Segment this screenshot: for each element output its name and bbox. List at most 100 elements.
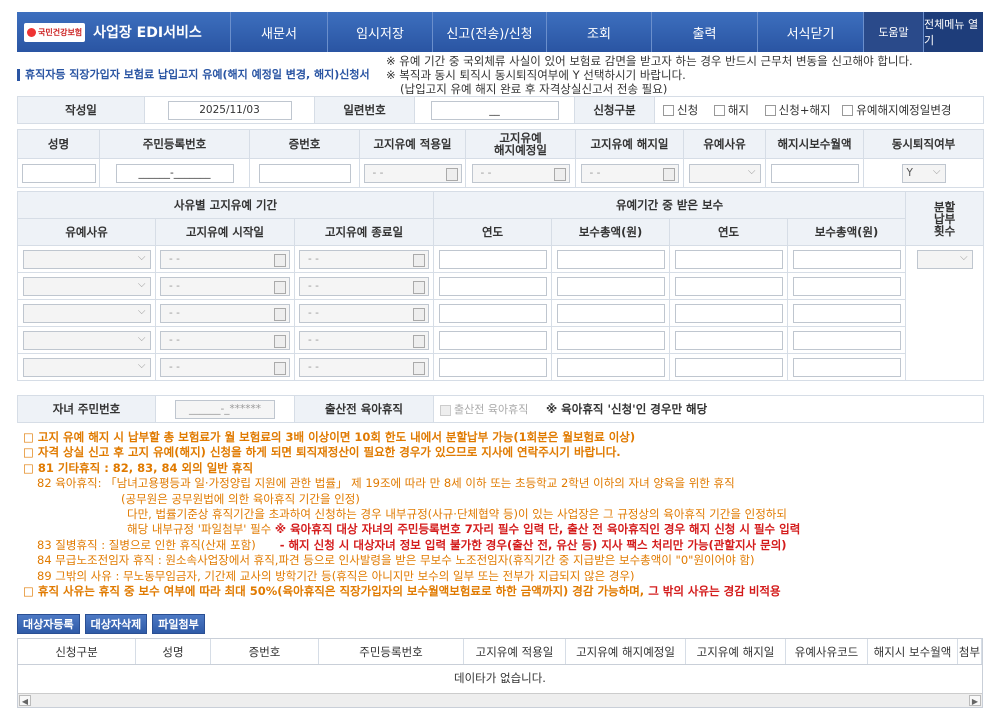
installments-select[interactable] [916,249,973,269]
checkbox-icon [713,105,725,116]
checkbox-icon [764,105,776,116]
nav-submit[interactable]: 신고(전송)/신청 [432,12,546,52]
start-date-input[interactable]: - - [160,276,290,296]
grid-col[interactable]: 고지유예 해지일 [686,639,786,664]
register-target-button[interactable]: 대상자등록 [17,614,80,634]
pay-total-input[interactable] [792,357,901,377]
reason-select[interactable] [22,249,151,269]
year-input[interactable] [674,276,783,296]
start-date-input[interactable]: - - [160,357,290,377]
nav-temp-save[interactable]: 임시저장 [327,12,432,52]
grid-col[interactable]: 고지유예 해지예정일 [566,639,686,664]
nav-close-form[interactable]: 서식닫기 [757,12,863,52]
notice-line-3: (납입고지 유예 해지 완료 후 자격상실신고서 전송 필요) [400,82,668,96]
type-apply-checkbox[interactable]: 신청 [663,103,698,117]
card-no-input[interactable] [258,163,351,183]
note-line: (공무원은 공무원법에 의한 육아휴직 기간을 인정) [121,491,360,506]
grid-col[interactable]: 첨부 [958,639,982,664]
grid-col[interactable]: 성명 [136,639,211,664]
planned-cancel-date-input[interactable]: - - [471,163,570,183]
simul-retire-select[interactable]: Y [901,163,946,183]
col-card-no: 증번호 [249,129,360,159]
note-line: 89 그밖의 사유 : 무노동무임금자, 기간제 교사의 방학기간 등(휴직은 … [37,568,635,583]
year-input[interactable] [438,303,547,323]
start-date-input[interactable]: - - [160,249,290,269]
note-line-emphasis: ※ 육아휴직 대상 자녀의 주민등록번호 7자리 필수 입력 단, 출산 전 육… [274,522,801,537]
prenatal-leave-checkbox[interactable]: 출산전 육아휴직 [440,403,528,416]
end-date-input[interactable]: - - [299,357,430,377]
note-line-emphasis: - 해지 신청 시 대상자녀 정보 입력 불가한 경우(출산 전, 유산 등) … [279,537,787,552]
year-input[interactable] [674,249,783,269]
reason-select[interactable] [22,276,151,296]
child-rrn-input[interactable]: ______-_****** [175,399,275,419]
pay-total-input[interactable] [556,249,665,269]
cancel-date-input[interactable]: - - [580,163,679,183]
monthly-pay-input[interactable] [770,163,859,183]
col-monthly-pay: 해지시보수월액 [765,129,864,159]
prenatal-leave-label: 출산전 육아휴직 [294,395,434,423]
pay-total-input[interactable] [792,249,901,269]
reason-select[interactable] [688,163,761,183]
pay-total-input[interactable] [792,276,901,296]
nhis-logo: 국민건강보험 [24,22,86,42]
end-date-input[interactable]: - - [299,249,430,269]
pay-total-input[interactable] [556,276,665,296]
delete-target-button[interactable]: 대상자삭제 [84,614,148,634]
end-date-input[interactable]: - - [299,303,430,323]
year-input[interactable] [438,330,547,350]
grid-col[interactable]: 신청구분 [18,639,136,664]
apply-date-input[interactable]: - - [363,163,462,183]
type-change-date-checkbox[interactable]: 유예해지예정일변경 [842,103,952,117]
year-input[interactable] [438,276,547,296]
pay-total-input[interactable] [792,330,901,350]
written-date-field[interactable]: 2025/11/03 [167,100,292,120]
reason-select[interactable] [22,357,151,377]
rrn-input[interactable]: ______-_______ [115,163,234,183]
grid-col[interactable]: 증번호 [211,639,319,664]
scroll-left-icon[interactable]: ◀ [19,695,31,706]
header-form-table: 작성일 2025/11/03 일련번호 __ 신청구분 신청 해지 신청+해지 … [17,96,984,124]
start-date-input[interactable]: - - [160,303,290,323]
horizontal-scrollbar[interactable]: ◀ ▶ [18,693,982,707]
grid-col[interactable]: 주민등록번호 [319,639,464,664]
name-input[interactable] [21,163,96,183]
year-input[interactable] [674,303,783,323]
type-cancel-checkbox[interactable]: 해지 [713,103,749,117]
pay-total-input[interactable] [556,357,665,377]
reason-select[interactable] [22,303,151,323]
year-input[interactable] [674,330,783,350]
nav-print[interactable]: 출력 [651,12,757,52]
note-line: □ 고지 유예 해지 시 납부할 총 보험료가 월 보험료의 3배 이상이면 1… [23,430,636,444]
help-button[interactable]: 도움말 [863,12,923,52]
end-date-input[interactable]: - - [299,330,430,350]
all-menu-button[interactable]: 전체메뉴 열기 [923,12,983,52]
pay-total-input[interactable] [792,303,901,323]
app-title: 사업장 EDI서비스 [93,25,202,41]
grid-col[interactable]: 유예사유코드 [786,639,868,664]
scroll-right-icon[interactable]: ▶ [969,695,981,706]
col-installments: 분할 납부 횟수 [905,191,985,246]
type-apply-cancel-checkbox[interactable]: 신청+해지 [764,103,831,117]
year-input[interactable] [438,357,547,377]
year-input[interactable] [438,249,547,269]
year-input[interactable] [674,357,783,377]
note-line-emphasis: 그 밖의 사유는 경감 비적용 [648,584,781,599]
guidance-notes: □ 고지 유예 해지 시 납부할 총 보험료가 월 보험료의 3배 이상이면 1… [23,430,800,599]
serial-field[interactable]: __ [430,100,559,120]
nav-inquiry[interactable]: 조회 [546,12,651,52]
attach-file-button[interactable]: 파일첨부 [152,614,205,634]
logo-mark-icon [27,27,36,37]
col-cancel-date: 고지유예 해지일 [575,129,684,159]
grid-col[interactable]: 해지시 보수월액 [868,639,958,664]
end-date-input[interactable]: - - [299,276,430,296]
pay-total-input[interactable] [556,330,665,350]
start-date-input[interactable]: - - [160,330,290,350]
grid-col[interactable]: 고지유예 적용일 [464,639,566,664]
nav-new-document[interactable]: 새문서 [230,12,327,52]
reason-select[interactable] [22,330,151,350]
note-line: 다만, 법률기준상 휴직기간을 초과하여 신청하는 경우 내부규정(사규·단체협… [127,507,787,522]
pay-total-input[interactable] [556,303,665,323]
col-start-date: 고지유예 시작일 [155,218,295,246]
request-type-label: 신청구분 [574,96,655,124]
note-line: □ 휴직 사유는 휴직 중 보수 여부에 따라 최대 50%(육아휴직은 직장가… [23,584,645,599]
